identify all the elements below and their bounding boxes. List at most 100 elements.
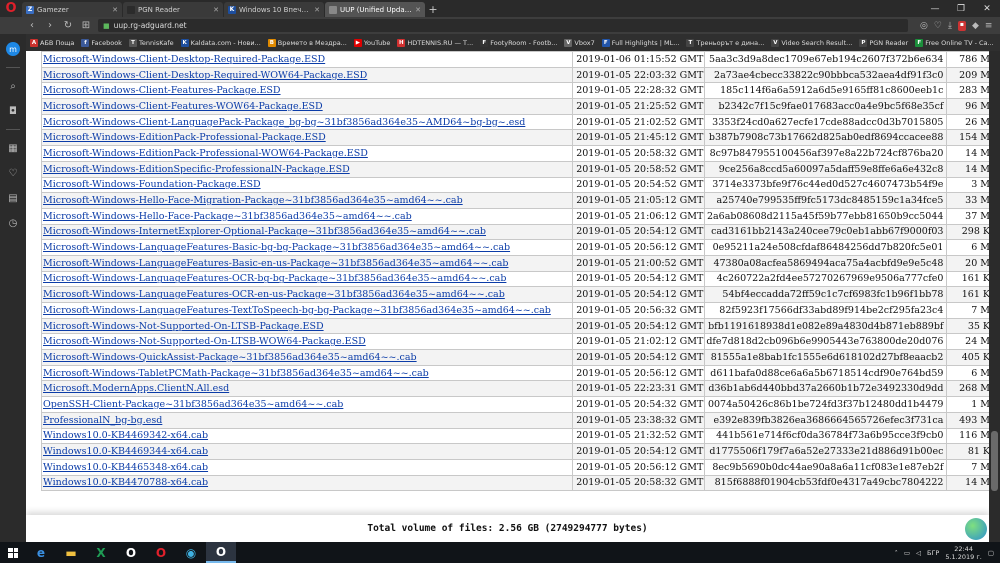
back-arrow-icon[interactable]: ‹ [26, 20, 38, 31]
file-link[interactable]: Microsoft.ModernApps.ClientN.All.esd [43, 383, 229, 394]
adblock-icon[interactable]: ▪ [957, 20, 966, 31]
file-name-cell: Microsoft-Windows-InternetExplorer-Optio… [40, 223, 574, 241]
file-link[interactable]: Microsoft-Windows-QuickAssist-Package~31… [43, 352, 417, 363]
bookmark-item[interactable]: B Времето в Мездра... [267, 38, 347, 47]
menu-icon[interactable]: ≡ [985, 21, 993, 31]
browser-tab[interactable]: UUP (Unified Update Platf✕ [325, 2, 425, 17]
bookmark-item[interactable]: ▶ YouTube [353, 38, 390, 47]
scrollbar-thumb[interactable] [991, 431, 998, 491]
ie-icon[interactable]: e [26, 542, 56, 563]
file-name-cell: Windows10.0-KB4470788-x64.cab [40, 474, 574, 492]
file-link[interactable]: Microsoft-Windows-LanguageFeatures-OCR-b… [43, 273, 506, 284]
chrome-icon[interactable]: ◉ [176, 542, 206, 563]
bookmark-item[interactable]: Т Треньорът е дина... [686, 38, 764, 47]
bookmark-item[interactable]: F Full Highlights | ML... [601, 38, 679, 47]
network-icon[interactable]: ▭ [904, 549, 910, 557]
tray-arrow-icon[interactable]: ˄ [895, 549, 898, 557]
file-link[interactable]: Microsoft-Windows-EditionSpecific-Profes… [43, 164, 350, 175]
opera-red-icon[interactable]: O [146, 542, 176, 563]
file-link[interactable]: Microsoft-Windows-Client-Features-WOW64-… [43, 101, 323, 112]
close-window-button[interactable]: ✕ [974, 0, 1000, 17]
file-link[interactable]: Windows10.0-KB4469344-x64.cab [43, 446, 208, 457]
table-row: Microsoft-Windows-EditionPack-Profession… [40, 145, 989, 162]
file-link[interactable]: Windows10.0-KB4465348-x64.cab [43, 462, 208, 473]
bookmark-item[interactable]: P PGN Reader [859, 38, 908, 47]
download-icon[interactable]: ⤓ [948, 21, 952, 31]
file-link[interactable]: ProfessionalN_bg-bg.esd [43, 415, 162, 426]
opera-icon[interactable]: O [116, 542, 146, 563]
speed-dial-grid-icon[interactable]: ▦ [6, 141, 20, 155]
extension-icon[interactable]: ◆ [972, 21, 979, 31]
file-date-cell: 2019-01-05 22:28:32 GMT [572, 82, 706, 100]
file-link[interactable]: Microsoft-Windows-InternetExplorer-Optio… [43, 226, 486, 237]
messenger-icon[interactable]: m [6, 42, 20, 56]
maximize-button[interactable]: ❐ [948, 0, 974, 17]
file-link[interactable]: Windows10.0-KB4469342-x64.cab [43, 430, 208, 441]
new-tab-button[interactable]: + [426, 2, 440, 17]
personal-news-icon[interactable]: ▤ [6, 191, 20, 205]
file-explorer-icon[interactable]: ▬ [56, 542, 86, 563]
browser-tab[interactable]: PGN Reader ✕ [123, 2, 223, 17]
clock[interactable]: 22:44 5.1.2019 г. [945, 545, 982, 561]
bookmark-heart-icon[interactable]: ♡ [934, 21, 942, 31]
search-icon[interactable]: ⌕ [6, 79, 20, 93]
bookmark-item[interactable]: F FootyRoom - Footb... [480, 38, 557, 47]
page-scrollbar[interactable] [989, 51, 1000, 542]
file-name-cell: Microsoft-Windows-LanguageFeatures-Basic… [40, 239, 574, 256]
history-clock-icon[interactable]: ◷ [6, 216, 20, 230]
file-link[interactable]: Microsoft-Windows-Foundation-Package.ESD [43, 179, 261, 190]
file-link[interactable]: Microsoft-Windows-EditionPack-Profession… [43, 148, 368, 159]
opera-logo-icon[interactable]: O [0, 0, 22, 17]
reload-icon[interactable]: ↻ [62, 20, 74, 31]
language-indicator[interactable]: БГР [927, 549, 939, 557]
snapshot-camera-icon[interactable]: ◘ [6, 104, 20, 118]
bookmark-item[interactable]: F Free Online TV - Ca... [915, 38, 994, 47]
minimize-button[interactable]: — [922, 0, 948, 17]
file-link[interactable]: Microsoft-Windows-Client-LanguagePack-Pa… [43, 117, 525, 128]
file-link[interactable]: Windows10.0-KB4470788-x64.cab [43, 477, 208, 488]
url-input[interactable]: ■ uup.rg-adguard.net [98, 19, 908, 32]
tab-close-icon[interactable]: ✕ [314, 6, 320, 14]
file-name-cell: Microsoft-Windows-Client-LanguagePack-Pa… [40, 113, 574, 131]
file-link[interactable]: Microsoft-Windows-Not-Supported-On-LTSB-… [43, 336, 366, 347]
tab-close-icon[interactable]: ✕ [213, 6, 219, 14]
opera-active-icon[interactable]: O [206, 542, 236, 563]
file-size-cell: 7 MB [946, 302, 989, 319]
file-link[interactable]: Microsoft-Windows-Client-Features-Packag… [43, 85, 281, 96]
file-name-cell: Microsoft-Windows-Client-Features-Packag… [40, 82, 574, 100]
bookmarks-heart-icon[interactable]: ♡ [6, 166, 20, 180]
file-size-cell: 161 KB [946, 270, 989, 288]
file-link[interactable]: Microsoft-Windows-Not-Supported-On-LTSB-… [43, 321, 324, 332]
file-link[interactable]: OpenSSH-Client-Package~31bf3856ad364e35~… [43, 399, 343, 410]
file-link[interactable]: Microsoft-Windows-LanguageFeatures-TextT… [43, 305, 551, 316]
bookmark-item[interactable]: A АБВ Поща [30, 38, 74, 47]
file-link[interactable]: Microsoft-Windows-TabletPCMath-Package~3… [43, 368, 429, 379]
tab-close-icon[interactable]: ✕ [415, 6, 421, 14]
bookmark-item[interactable]: V Vbox7 [564, 38, 595, 47]
bookmark-item[interactable]: H HDTENNIS.RU — Т... [397, 38, 473, 47]
browser-tab[interactable]: Z Gamezer ✕ [22, 2, 122, 17]
speed-dial-icon[interactable]: ⊞ [80, 20, 92, 31]
notifications-icon[interactable]: ▢ [988, 549, 994, 557]
camera-icon[interactable]: ◎ [920, 21, 928, 31]
file-link[interactable]: Microsoft-Windows-LanguageFeatures-Basic… [43, 258, 508, 269]
excel-icon[interactable]: X [86, 542, 116, 563]
bookmark-item[interactable]: K Kaldata.com - Нови... [180, 38, 261, 47]
file-link[interactable]: Microsoft-Windows-Client-Desktop-Require… [43, 54, 325, 65]
file-link[interactable]: Microsoft-Windows-LanguageFeatures-OCR-e… [43, 289, 505, 300]
start-button[interactable] [0, 542, 26, 563]
bookmark-favicon-icon: H [397, 38, 406, 47]
bookmark-item[interactable]: T TennisKafe [128, 38, 174, 47]
globe-icon[interactable] [965, 518, 987, 540]
tab-close-icon[interactable]: ✕ [112, 6, 118, 14]
bookmark-item[interactable]: V Video Search Result... [771, 38, 852, 47]
file-link[interactable]: Microsoft-Windows-Hello-Face-Migration-P… [43, 195, 463, 206]
file-link[interactable]: Microsoft-Windows-EditionPack-Profession… [43, 132, 326, 143]
browser-tab[interactable]: KWindows 10 Впечатлени✕ [224, 2, 324, 17]
volume-icon[interactable]: ◁ [916, 549, 921, 557]
file-link[interactable]: Microsoft-Windows-Hello-Face-Package~31b… [43, 211, 412, 222]
bookmark-item[interactable]: f Facebook [81, 38, 122, 47]
file-link[interactable]: Microsoft-Windows-Client-Desktop-Require… [43, 70, 367, 81]
forward-arrow-icon[interactable]: › [44, 20, 56, 31]
file-link[interactable]: Microsoft-Windows-LanguageFeatures-Basic… [43, 242, 510, 253]
